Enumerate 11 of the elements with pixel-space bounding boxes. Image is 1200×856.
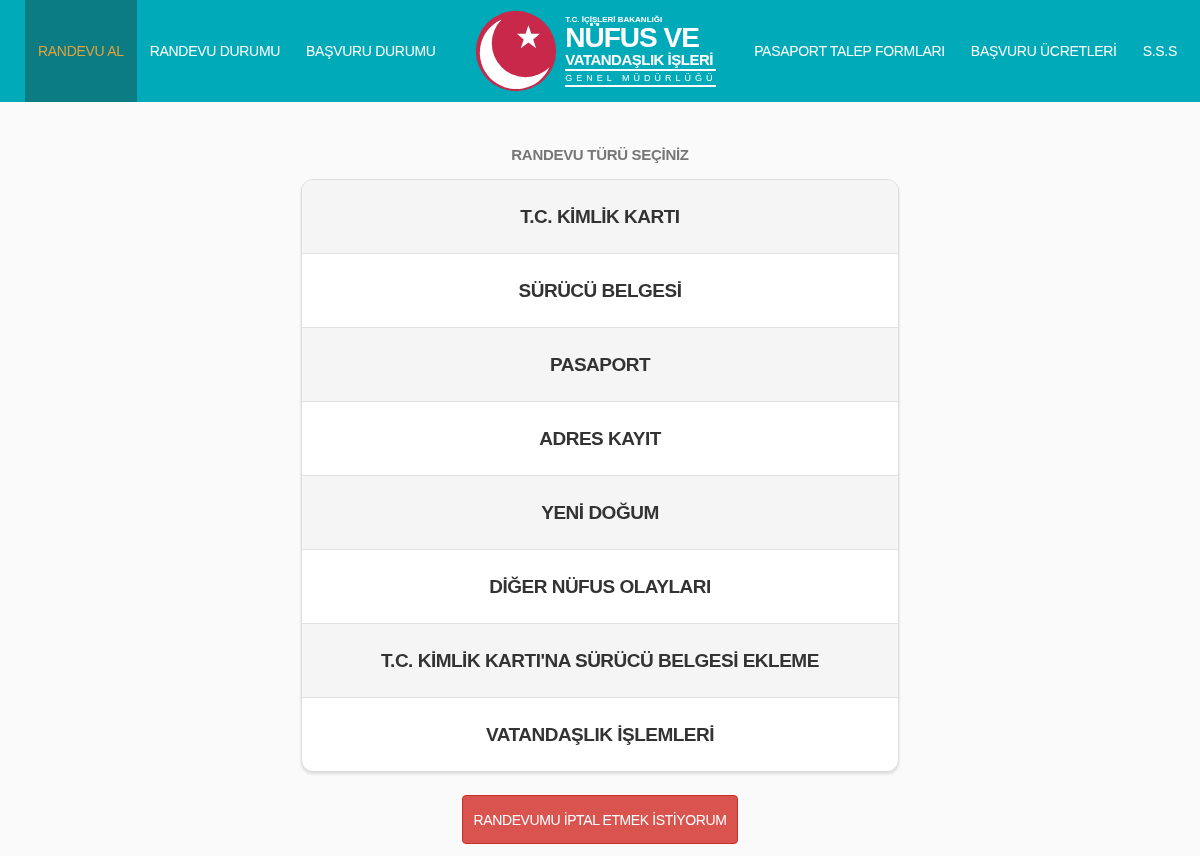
appointment-type-option[interactable]: T.C. KİMLİK KARTI'NA SÜRÜCÜ BELGESİ EKLEME xyxy=(302,624,898,698)
section-heading: RANDEVU TÜRÜ SEÇİNİZ xyxy=(511,146,689,163)
logo-title: NÜFUS VE xyxy=(565,23,699,52)
logo-department-text: GENEL MÜDÜRLÜĞÜ xyxy=(565,70,717,87)
cancel-appointment-button[interactable]: RANDEVUMU İPTAL ETMEK İSTİYORUM xyxy=(462,795,738,844)
appointment-type-option[interactable]: PASAPORT xyxy=(302,328,898,402)
logo-subtitle: VATANDAŞLIK İŞLERİ xyxy=(565,51,717,71)
logo-ministry-text: T.C. İÇİŞLERİ BAKANLIĞI xyxy=(565,15,664,24)
appointment-type-option[interactable]: YENİ DOĞUM xyxy=(302,476,898,550)
appointment-type-option[interactable]: VATANDAŞLIK İŞLEMLERİ xyxy=(302,698,898,771)
appointment-type-option[interactable]: T.C. KİMLİK KARTI xyxy=(302,180,898,254)
